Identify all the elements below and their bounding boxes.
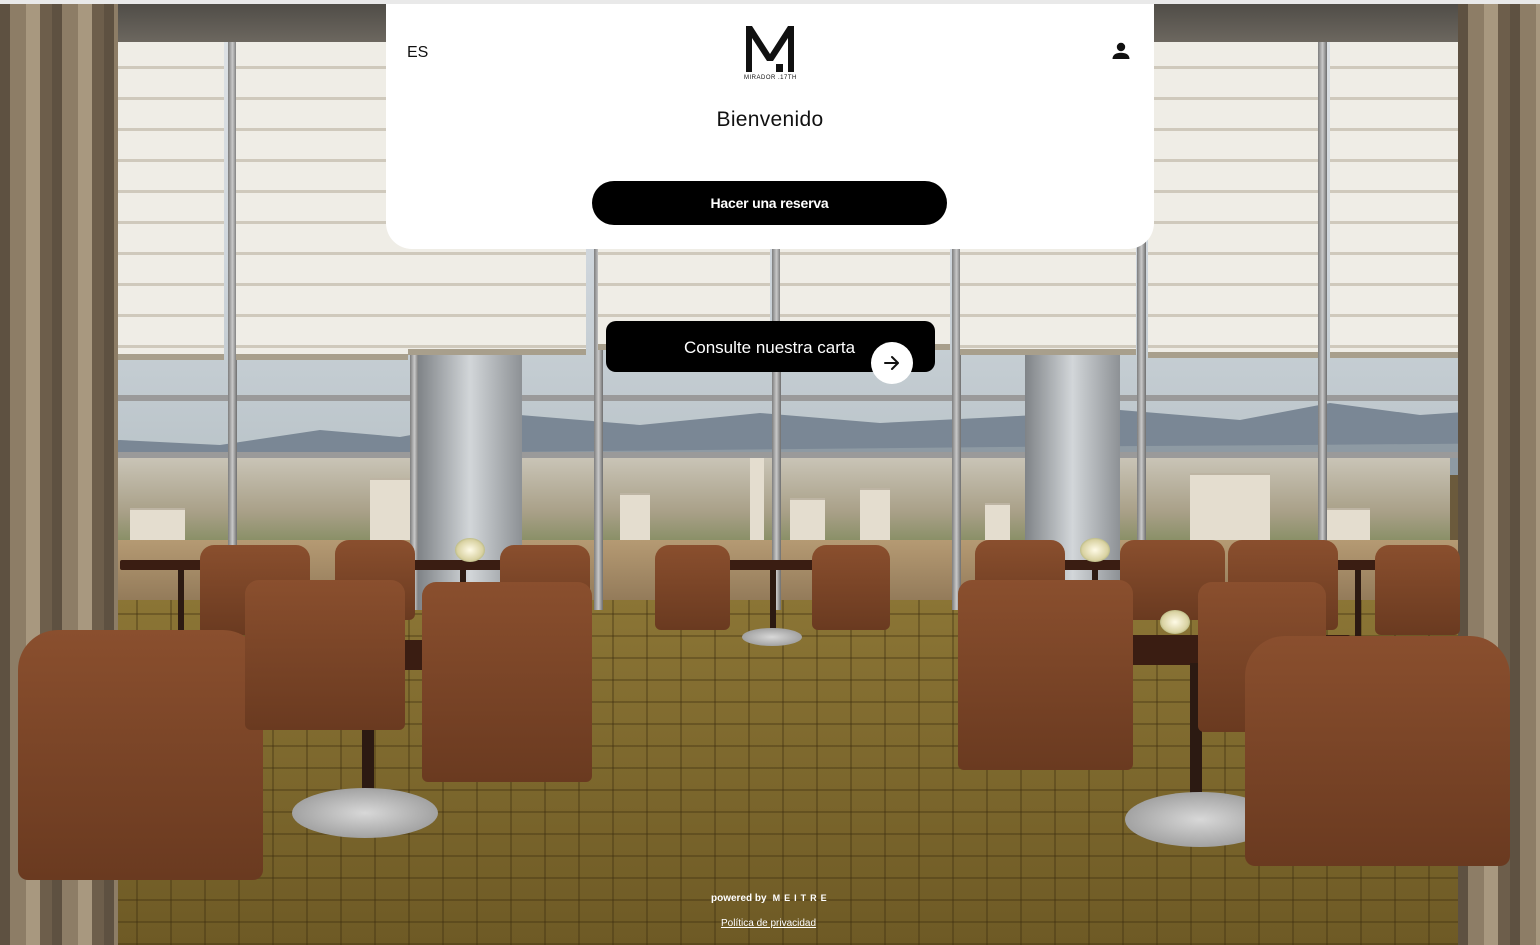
person-icon[interactable] bbox=[1110, 40, 1132, 62]
make-reservation-button[interactable]: Hacer una reserva bbox=[592, 181, 947, 225]
meitre-brand: MEITRE bbox=[772, 893, 831, 903]
view-menu-button[interactable]: Consulte nuestra carta bbox=[606, 321, 935, 384]
welcome-heading: Bienvenido bbox=[716, 108, 824, 131]
powered-by-text: powered by bbox=[711, 893, 767, 904]
privacy-policy-link[interactable]: Política de privacidad bbox=[721, 918, 816, 929]
language-selector[interactable]: ES bbox=[407, 44, 428, 62]
arrow-right-icon bbox=[871, 342, 913, 384]
header-card: ES MIRADOR .17TH Bienvenido Hacer una re… bbox=[386, 4, 1154, 249]
view-menu-label: Consulte nuestra carta bbox=[684, 338, 856, 357]
powered-by-label: powered by MEITRE bbox=[711, 893, 831, 904]
logo-caption: MIRADOR .17TH bbox=[744, 75, 797, 81]
